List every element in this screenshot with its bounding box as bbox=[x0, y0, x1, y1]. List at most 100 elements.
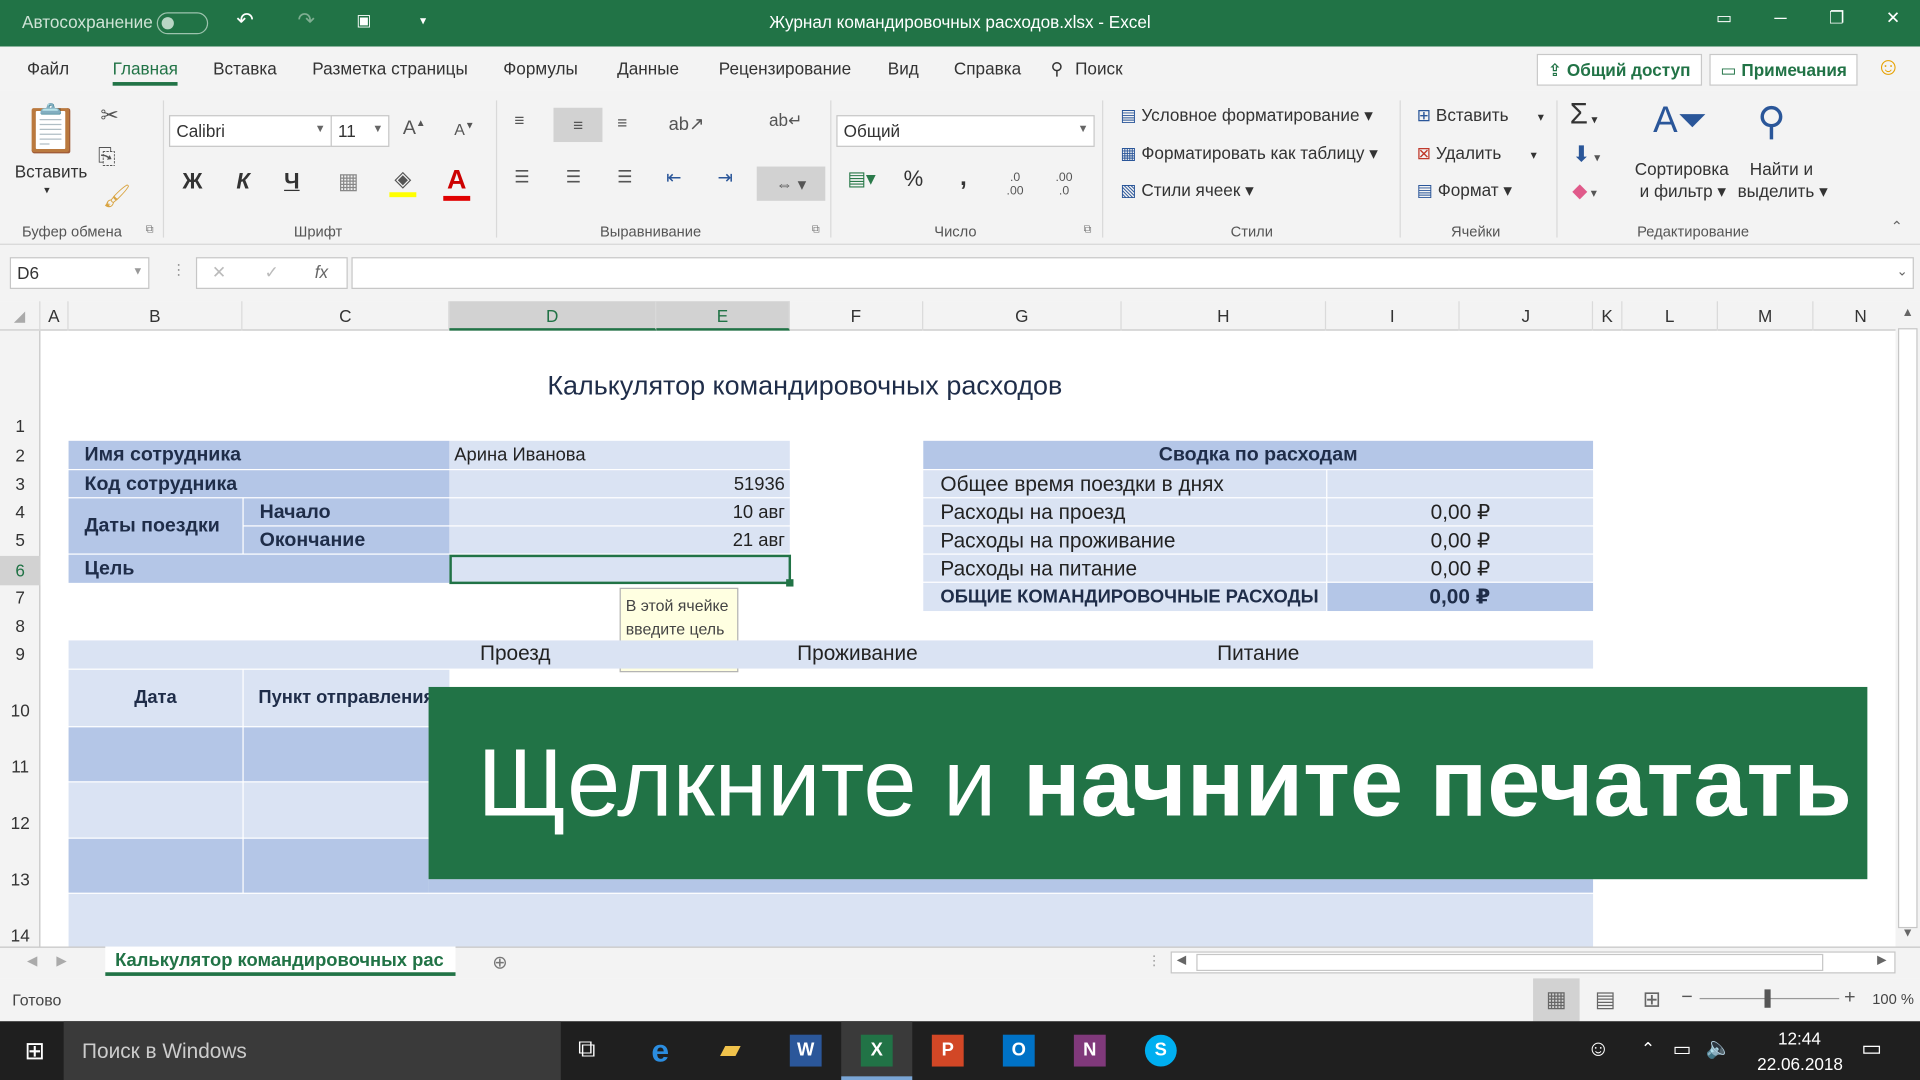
table-row[interactable] bbox=[68, 893, 1594, 947]
align-center-icon[interactable]: ☰ bbox=[566, 167, 581, 188]
bold-button[interactable]: Ж bbox=[182, 169, 202, 195]
employee-name-value[interactable]: Арина Иванова bbox=[449, 440, 790, 469]
wrap-text-icon[interactable]: ab↵ bbox=[769, 110, 802, 131]
clear-icon[interactable]: ◆ ▾ bbox=[1572, 179, 1597, 203]
employee-code-value[interactable]: 51936 bbox=[449, 470, 790, 498]
column-header[interactable]: K bbox=[1593, 301, 1623, 331]
outlook-icon[interactable]: O bbox=[1002, 1034, 1035, 1067]
share-button[interactable]: ⇪ Общий доступ bbox=[1536, 53, 1702, 86]
italic-button[interactable]: К bbox=[236, 169, 250, 195]
volume-icon[interactable]: 🔈 bbox=[1706, 1036, 1732, 1060]
tab-page-layout[interactable]: Разметка страницы bbox=[312, 59, 468, 79]
meals-header[interactable]: Питание bbox=[1217, 642, 1299, 666]
column-header[interactable]: A bbox=[40, 301, 69, 331]
summary-label[interactable]: Расходы на питание bbox=[923, 554, 1327, 582]
font-size-select[interactable]: 11 ▼ bbox=[330, 115, 390, 147]
onenote-icon[interactable]: N bbox=[1073, 1034, 1106, 1067]
paste-dropdown-icon[interactable]: ▾ bbox=[44, 184, 50, 197]
table-row[interactable] bbox=[428, 879, 1594, 893]
insert-cells-button[interactable]: ⊞ Вставить ▾ bbox=[1417, 105, 1544, 126]
table-row[interactable] bbox=[243, 727, 429, 782]
cut-icon[interactable]: ✂ bbox=[100, 103, 118, 129]
align-right-icon[interactable]: ☰ bbox=[617, 167, 632, 188]
align-bottom-icon[interactable]: ≡ bbox=[617, 113, 627, 133]
alignment-launcher-icon[interactable]: ⧉ bbox=[812, 223, 820, 236]
row-header[interactable]: 14 bbox=[0, 926, 40, 946]
find-icon[interactable]: ⚲ bbox=[1757, 98, 1786, 145]
number-format-select[interactable]: Общий ▼ bbox=[836, 115, 1095, 147]
summary-label[interactable]: Расходы на проезд bbox=[923, 498, 1327, 526]
row-header[interactable]: 9 bbox=[0, 644, 40, 664]
summary-title[interactable]: Сводка по расходам bbox=[923, 440, 1594, 469]
font-color-icon[interactable]: A bbox=[443, 164, 471, 201]
format-cells-button[interactable]: ▤ Формат ▾ bbox=[1417, 180, 1512, 201]
column-header[interactable]: G bbox=[923, 301, 1122, 331]
scroll-up-icon[interactable]: ▲ bbox=[1902, 306, 1914, 319]
splitter-icon[interactable]: ⋮ bbox=[1147, 953, 1160, 969]
employee-name-label[interactable]: Имя сотрудника bbox=[68, 440, 450, 469]
summary-value[interactable]: 0,00 ₽ bbox=[1327, 554, 1594, 582]
goal-input[interactable] bbox=[449, 554, 792, 585]
tab-formulas[interactable]: Формулы bbox=[503, 59, 578, 79]
prev-sheet-icon[interactable]: ◀ bbox=[27, 953, 37, 969]
decrease-font-icon[interactable]: A▼ bbox=[454, 120, 474, 139]
column-header[interactable]: J bbox=[1460, 301, 1594, 331]
underline-button[interactable]: Ч bbox=[284, 169, 299, 195]
comments-button[interactable]: ▭ Примечания bbox=[1709, 53, 1858, 86]
clipboard-launcher-icon[interactable]: ⧉ bbox=[146, 223, 154, 236]
row-header[interactable]: 13 bbox=[0, 869, 40, 889]
insert-function-icon[interactable]: fx bbox=[315, 262, 328, 282]
select-all-icon[interactable]: ◢ bbox=[0, 301, 41, 331]
name-box[interactable]: D6 ▼ bbox=[9, 257, 150, 289]
number-launcher-icon[interactable]: ⧉ bbox=[1084, 223, 1092, 236]
cancel-icon[interactable]: ✕ bbox=[212, 262, 226, 283]
add-sheet-icon[interactable]: ⊕ bbox=[492, 951, 507, 974]
trip-dates-label[interactable]: Даты поездки bbox=[68, 498, 243, 554]
scroll-left-icon[interactable]: ◀ bbox=[1177, 954, 1186, 967]
network-icon[interactable]: ▭ bbox=[1673, 1037, 1692, 1061]
table-row[interactable] bbox=[68, 782, 243, 838]
file-explorer-icon[interactable]: ▰ bbox=[720, 1033, 741, 1065]
percent-icon[interactable]: % bbox=[904, 167, 924, 193]
page-break-view-icon[interactable]: ⊞ bbox=[1629, 978, 1676, 1021]
vertical-scrollbar[interactable]: ▲ ▼ bbox=[1895, 301, 1920, 947]
row-header[interactable]: 1 bbox=[0, 416, 40, 436]
windows-start-icon[interactable]: ⊞ bbox=[24, 1036, 45, 1067]
summary-label[interactable]: Расходы на проживание bbox=[923, 526, 1327, 554]
employee-code-label[interactable]: Код сотрудника bbox=[68, 470, 450, 498]
page-layout-view-icon[interactable]: ▤ bbox=[1582, 978, 1629, 1021]
row-header[interactable]: 5 bbox=[0, 530, 40, 550]
skype-icon[interactable]: S bbox=[1144, 1034, 1177, 1067]
table-row[interactable] bbox=[243, 782, 429, 838]
align-middle-icon[interactable]: ≡ bbox=[553, 107, 603, 143]
tab-view[interactable]: Вид bbox=[888, 59, 919, 79]
table-row[interactable] bbox=[68, 838, 243, 893]
align-left-icon[interactable]: ☰ bbox=[514, 167, 529, 188]
cell-styles-button[interactable]: ▧ Стили ячеек ▾ bbox=[1120, 180, 1253, 201]
summary-value[interactable]: 0,00 ₽ bbox=[1327, 526, 1594, 554]
normal-view-icon[interactable]: ▦ bbox=[1533, 978, 1580, 1022]
autosum-icon[interactable]: Σ ▾ bbox=[1570, 98, 1598, 132]
powerpoint-icon[interactable]: P bbox=[931, 1034, 964, 1067]
table-row[interactable] bbox=[68, 727, 243, 782]
summary-value[interactable] bbox=[1327, 470, 1594, 498]
clock-date[interactable]: 22.06.2018 bbox=[1757, 1054, 1843, 1074]
delete-cells-button[interactable]: ⊠ Удалить ▾ bbox=[1417, 143, 1537, 164]
search-icon[interactable]: ⚲ bbox=[1051, 59, 1064, 80]
scroll-right-icon[interactable]: ▶ bbox=[1877, 954, 1886, 967]
row-header[interactable]: 2 bbox=[0, 446, 40, 466]
edge-icon[interactable]: e bbox=[651, 1032, 669, 1070]
formula-input[interactable]: ⌄ bbox=[351, 257, 1914, 289]
action-center-icon[interactable]: ▭ bbox=[1861, 1036, 1882, 1062]
zoom-slider-thumb[interactable] bbox=[1764, 989, 1771, 1008]
taskbar-search[interactable]: Поиск в Windows bbox=[63, 1021, 561, 1080]
departure-header[interactable]: Пункт отправления bbox=[243, 669, 450, 727]
ribbon-display-icon[interactable]: ▭ bbox=[1706, 7, 1743, 28]
tab-help[interactable]: Справка bbox=[954, 59, 1021, 79]
smiley-icon[interactable]: ☺ bbox=[1876, 54, 1901, 82]
tab-review[interactable]: Рецензирование bbox=[719, 59, 851, 79]
sheet-title[interactable]: Калькулятор командировочных расходов bbox=[547, 370, 1062, 402]
zoom-out-icon[interactable]: − bbox=[1681, 987, 1692, 1009]
total-label[interactable]: ОБЩИЕ КОМАНДИРОВОЧНЫЕ РАСХОДЫ bbox=[923, 582, 1327, 612]
paste-button[interactable]: Вставить bbox=[15, 162, 88, 182]
